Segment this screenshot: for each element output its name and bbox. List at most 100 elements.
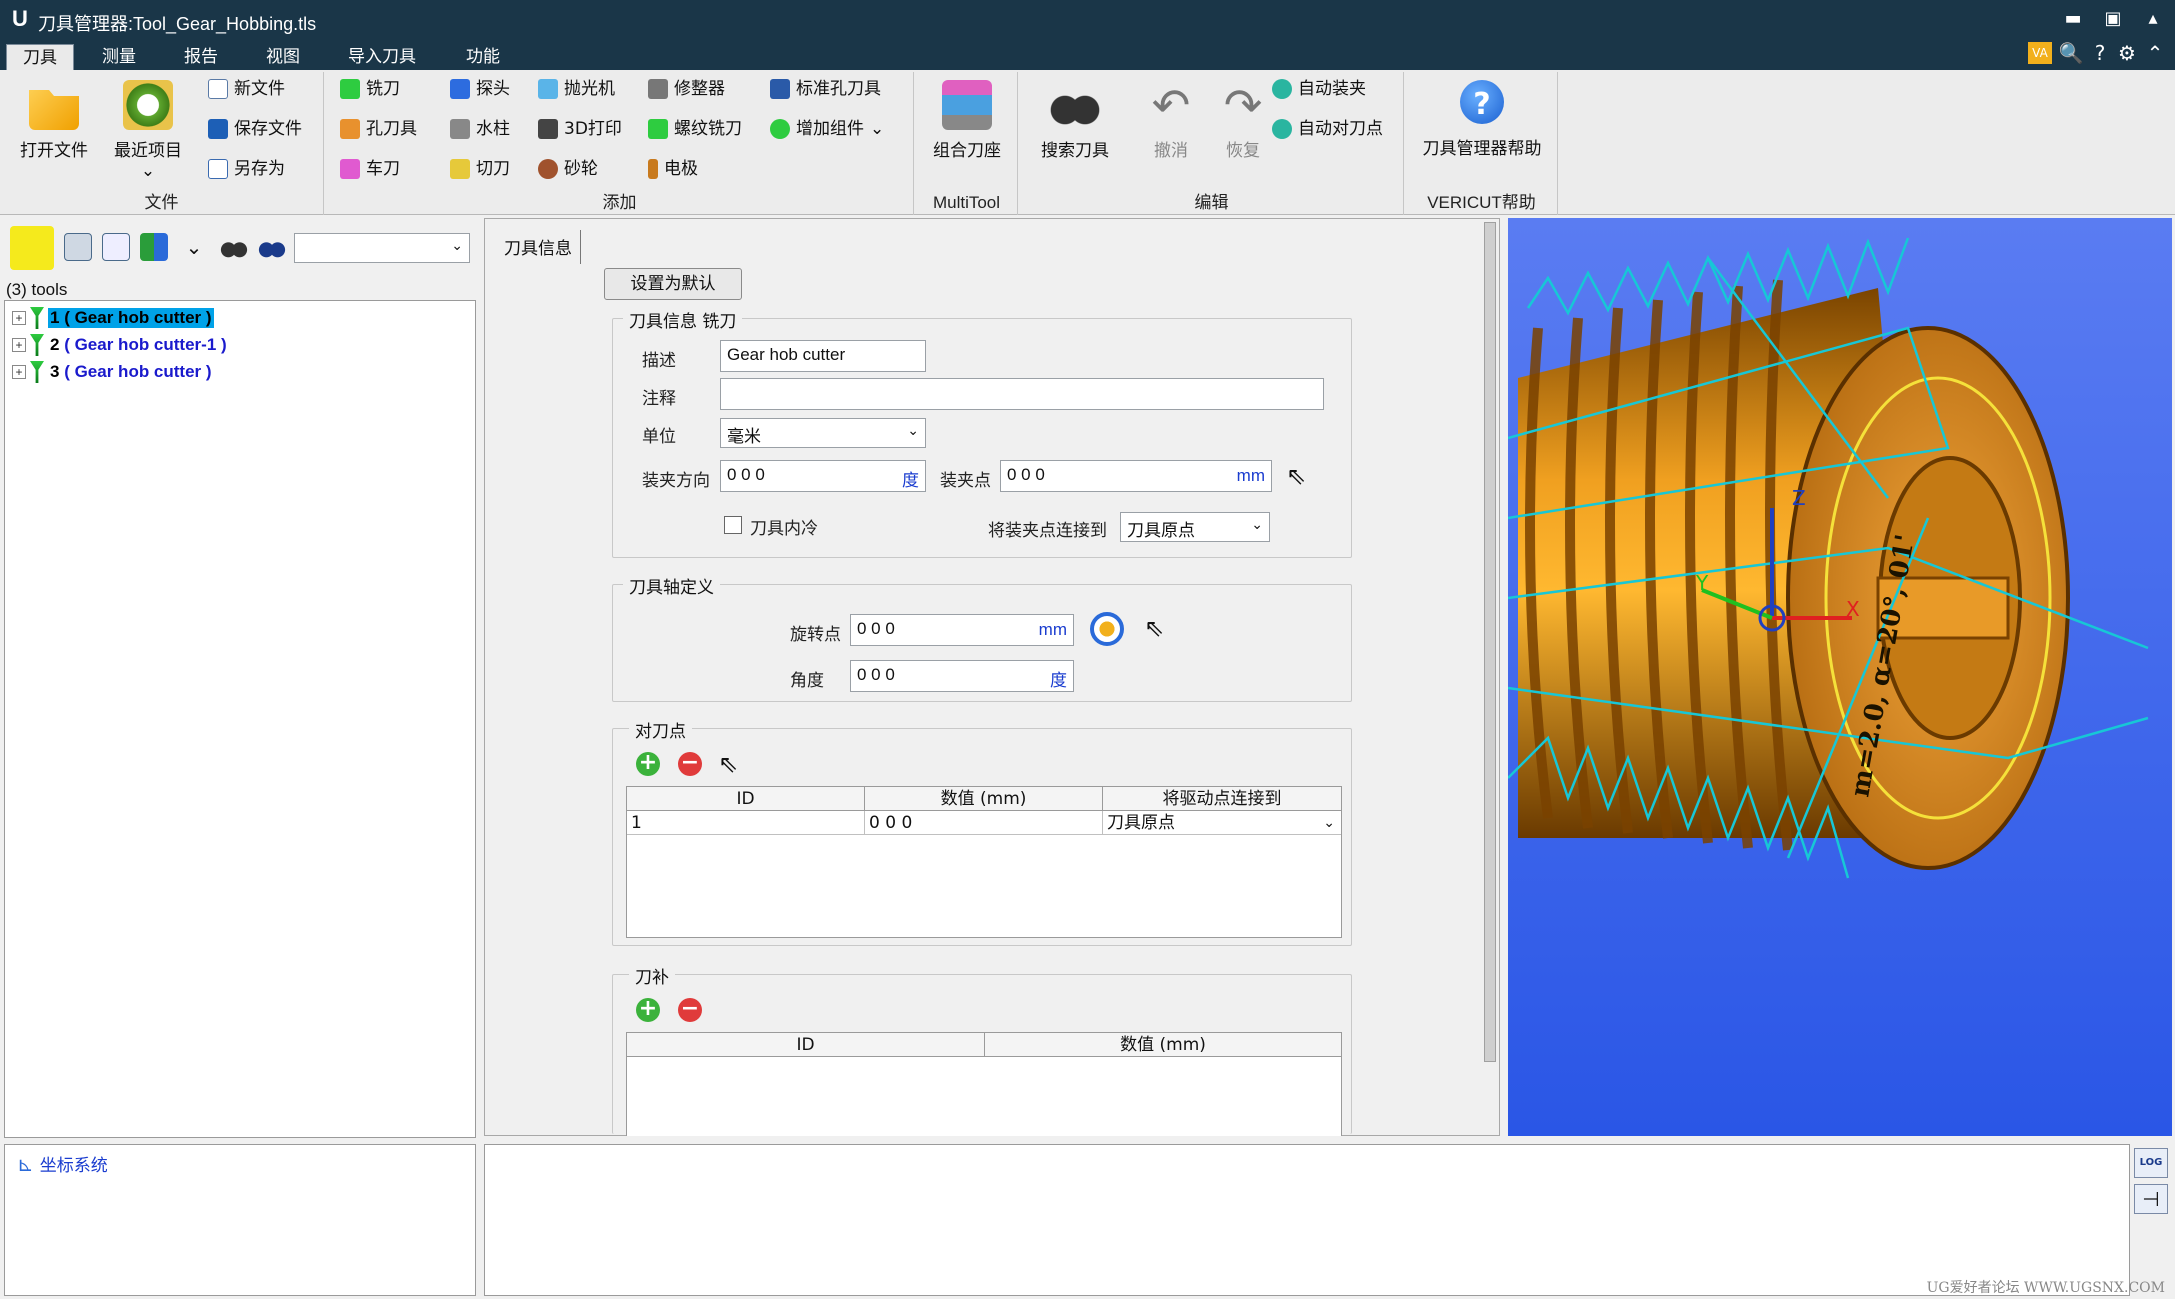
chevron-up-icon[interactable]: ⌃ bbox=[2142, 40, 2168, 66]
auto-gauge-point-button[interactable]: 自动对刀点 bbox=[1272, 116, 1383, 142]
add-component-button[interactable]: 增加组件 ⌄ bbox=[770, 116, 884, 142]
group-label-add: 添加 bbox=[602, 193, 637, 213]
tree-filter-combo[interactable]: ⌄ bbox=[294, 233, 470, 263]
tab-function[interactable]: 功能 bbox=[456, 44, 510, 70]
tree-item-label[interactable]: 2 ( Gear hob cutter-1 ) bbox=[48, 335, 229, 355]
gauge-col-id[interactable]: ID bbox=[627, 787, 865, 811]
remove-compensation-button[interactable]: − bbox=[678, 998, 702, 1022]
tree-item-1[interactable]: + 1 ( Gear hob cutter ) bbox=[12, 306, 214, 330]
coolant-checkbox[interactable] bbox=[724, 516, 742, 534]
tab-report[interactable]: 报告 bbox=[174, 44, 228, 70]
note-field[interactable] bbox=[720, 378, 1324, 410]
mill-tool-button[interactable]: 铣刀 bbox=[340, 76, 400, 102]
tab-view[interactable]: 视图 bbox=[256, 44, 310, 70]
maximize-button[interactable]: ▣ bbox=[2100, 8, 2126, 32]
search-tool-label: 搜索刀具 bbox=[1041, 141, 1109, 161]
recent-projects-button[interactable]: 最近项目 ⌄ bbox=[108, 80, 188, 181]
gear-icon[interactable]: ⚙ bbox=[2114, 40, 2140, 66]
save-as-button[interactable]: 另存为 bbox=[208, 156, 285, 182]
clamp-point-field[interactable]: 0 0 0 mm bbox=[1000, 460, 1272, 492]
pick-rotation-cursor-icon[interactable]: ⇖ bbox=[1144, 614, 1164, 642]
auto-load-button[interactable]: 自动装夹 bbox=[1272, 76, 1366, 102]
gauge-col-connect[interactable]: 将驱动点连接到 bbox=[1103, 787, 1341, 811]
mill-tool-icon bbox=[30, 334, 44, 356]
expand-icon[interactable]: + bbox=[12, 365, 26, 379]
add-gauge-button[interactable]: + bbox=[636, 752, 660, 776]
coord-system-node[interactable]: ⊾ 坐标系统 bbox=[17, 1151, 108, 1177]
desc-field[interactable]: Gear hob cutter bbox=[720, 340, 926, 372]
tool-manager-help-button[interactable]: ? 刀具管理器帮助 bbox=[1414, 80, 1550, 159]
ribbon-group-help: ? 刀具管理器帮助 VERICUT帮助 bbox=[1406, 72, 1558, 215]
multi-holder-button[interactable]: 组合刀座 bbox=[924, 80, 1010, 161]
log-icon[interactable]: LOG bbox=[2134, 1148, 2168, 1178]
tab-import-tool[interactable]: 导入刀具 bbox=[338, 44, 426, 70]
tab-measure[interactable]: 测量 bbox=[92, 44, 146, 70]
gauge-cell-value[interactable]: 0 0 0 bbox=[865, 811, 1103, 835]
polisher-button[interactable]: 抛光机 bbox=[538, 76, 615, 102]
recent-dropdown-arrow[interactable]: ⌄ bbox=[108, 161, 188, 181]
probe-button[interactable]: 探头 bbox=[450, 76, 510, 102]
tree-item-label[interactable]: 1 ( Gear hob cutter ) bbox=[48, 308, 214, 328]
add-compensation-button[interactable]: + bbox=[636, 998, 660, 1022]
electrode-button[interactable]: 电极 bbox=[648, 156, 698, 182]
sort-arrows-icon[interactable] bbox=[140, 233, 168, 261]
target-icon[interactable] bbox=[1090, 612, 1124, 646]
clamp-direction-field[interactable]: 0 0 0度 bbox=[720, 460, 926, 492]
gauge-col-value[interactable]: 数值 (mm) bbox=[865, 787, 1103, 811]
table-icon[interactable] bbox=[102, 233, 130, 261]
dock-icon[interactable]: ⊣ bbox=[2134, 1184, 2168, 1214]
clamp-direction-unit: 度 bbox=[902, 471, 919, 490]
remove-gauge-button[interactable]: − bbox=[678, 752, 702, 776]
help-icon[interactable]: ? bbox=[2088, 40, 2112, 66]
probe-icon bbox=[450, 79, 470, 99]
angle-field[interactable]: 0 0 0度 bbox=[850, 660, 1074, 692]
tab-tool[interactable]: 刀具 bbox=[6, 44, 74, 70]
tree-item-2[interactable]: + 2 ( Gear hob cutter-1 ) bbox=[12, 333, 229, 357]
rotation-point-label: 旋转点 bbox=[790, 625, 841, 645]
unit-select[interactable]: 毫米 ⌄ bbox=[720, 418, 926, 448]
pick-gauge-cursor-icon[interactable]: ⇖ bbox=[718, 750, 738, 778]
grinding-wheel-button[interactable]: 砂轮 bbox=[538, 156, 598, 182]
standard-hole-tool-button[interactable]: 标准孔刀具 bbox=[770, 76, 881, 102]
find-next-binoculars-icon[interactable] bbox=[258, 233, 286, 261]
pick-cursor-icon[interactable]: ⇖ bbox=[1286, 462, 1306, 490]
comp-col-value[interactable]: 数值 (mm) bbox=[985, 1033, 1341, 1057]
turning-tool-button[interactable]: 车刀 bbox=[340, 156, 400, 182]
find-binoculars-icon[interactable] bbox=[220, 233, 248, 261]
expand-icon[interactable]: + bbox=[12, 311, 26, 325]
turning-tool-icon bbox=[340, 159, 360, 179]
save-file-button[interactable]: 保存文件 bbox=[208, 116, 302, 142]
expand-icon[interactable]: + bbox=[12, 338, 26, 352]
thread-mill-button[interactable]: 螺纹铣刀 bbox=[648, 116, 742, 142]
calculator-icon[interactable] bbox=[64, 233, 92, 261]
connect-clamp-select[interactable]: 刀具原点 ⌄ bbox=[1120, 512, 1270, 542]
search-tool-button[interactable]: 搜索刀具 bbox=[1030, 80, 1120, 161]
group-label-help: VERICUT帮助 bbox=[1427, 193, 1536, 212]
collapse-ribbon-button[interactable]: ▴ bbox=[2140, 8, 2166, 32]
standard-hole-label: 标准孔刀具 bbox=[796, 79, 881, 99]
3d-print-button[interactable]: 3D打印 bbox=[538, 116, 622, 142]
tree-item-3[interactable]: + 3 ( Gear hob cutter ) bbox=[12, 360, 214, 384]
gauge-cell-id[interactable]: 1 bbox=[627, 811, 865, 835]
rotation-point-field[interactable]: 0 0 0 mm bbox=[850, 614, 1074, 646]
new-file-button[interactable]: 新文件 bbox=[208, 76, 285, 102]
cutoff-tool-button[interactable]: 切刀 bbox=[450, 156, 510, 182]
hole-tool-button[interactable]: 孔刀具 bbox=[340, 116, 417, 142]
water-jet-button[interactable]: 水柱 bbox=[450, 116, 510, 142]
set-default-button[interactable]: 设置为默认 bbox=[604, 268, 742, 300]
mouse-select-icon[interactable] bbox=[10, 226, 54, 270]
minimize-button[interactable]: ▬ bbox=[2060, 8, 2086, 32]
tree-item-label[interactable]: 3 ( Gear hob cutter ) bbox=[48, 362, 214, 382]
tab-tool-info[interactable]: 刀具信息 bbox=[496, 230, 581, 264]
comp-col-id[interactable]: ID bbox=[627, 1033, 985, 1057]
add-component-dropdown-arrow[interactable]: ⌄ bbox=[870, 116, 884, 142]
connect-clamp-label: 将装夹点连接到 bbox=[988, 521, 1107, 541]
dresser-button[interactable]: 修整器 bbox=[648, 76, 725, 102]
va-icon[interactable]: VA bbox=[2028, 42, 2052, 64]
3d-viewport[interactable]: Z Y X m=2.0, α=20°, 01' bbox=[1507, 218, 2172, 1136]
form-scrollbar[interactable] bbox=[1484, 222, 1496, 1062]
gauge-cell-connect[interactable]: 刀具原点 ⌄ bbox=[1103, 811, 1341, 835]
open-file-button[interactable]: 打开文件 bbox=[14, 80, 94, 161]
search-icon[interactable]: 🔍 bbox=[2058, 40, 2084, 66]
chevron-down-icon[interactable]: ⌄ bbox=[180, 233, 208, 261]
